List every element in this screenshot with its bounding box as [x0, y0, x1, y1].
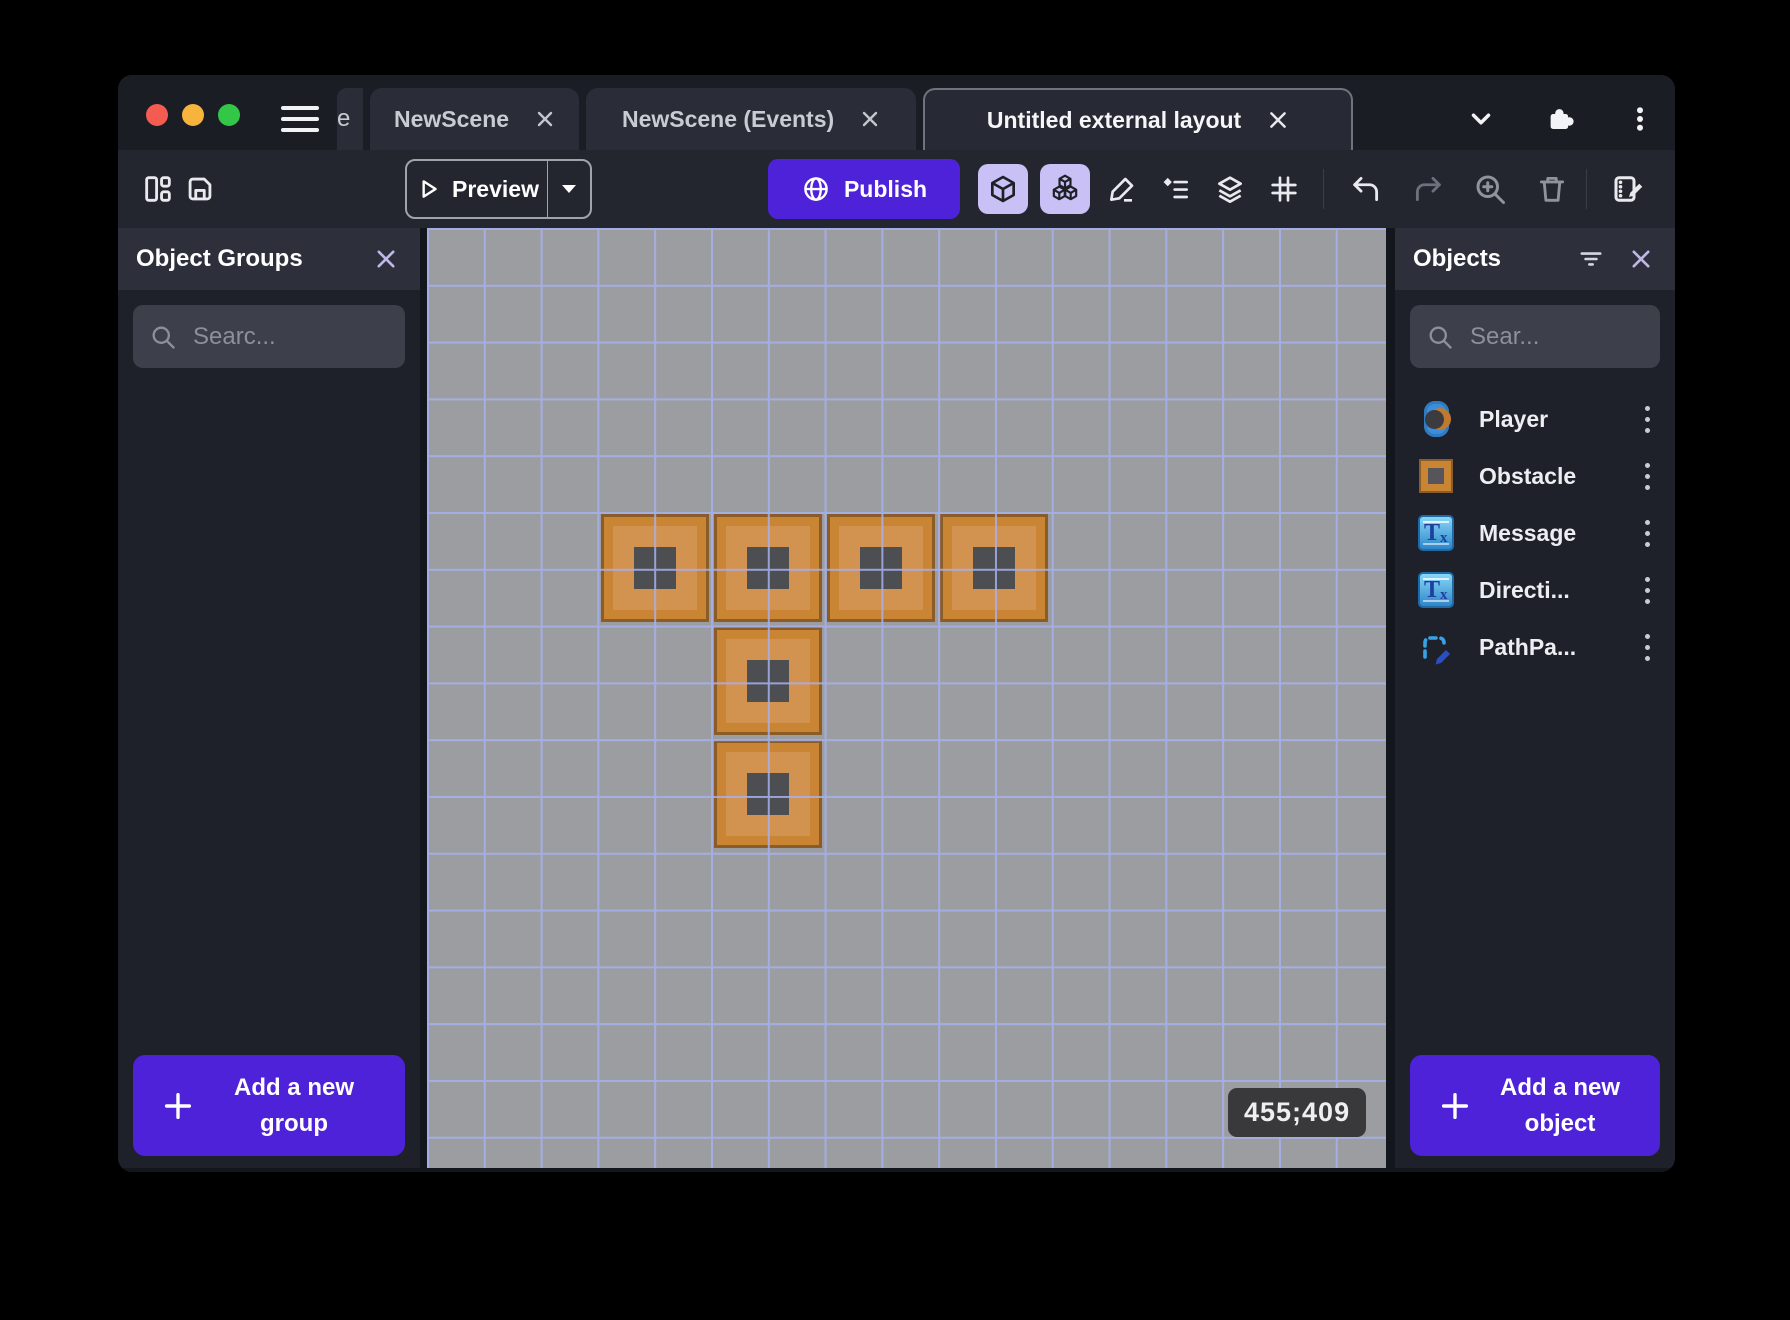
edit-scene-icon[interactable] — [1608, 169, 1648, 209]
editor-content: Object Groups Add a new group — [118, 228, 1675, 1172]
tab-partial[interactable]: e — [337, 88, 363, 150]
undo-icon[interactable] — [1346, 169, 1386, 209]
objects-panel: Objects Player — [1395, 228, 1675, 1168]
object-row-message[interactable]: Tx Message — [1395, 508, 1675, 558]
add-group-button[interactable]: Add a new group — [133, 1055, 405, 1156]
add-object-label: Add a new object — [1499, 1073, 1620, 1137]
titlebar: e NewScene NewScene (Events) Untitled ex… — [118, 75, 1675, 150]
traffic-close-button[interactable] — [146, 104, 168, 126]
tab-bar: e NewScene NewScene (Events) Untitled ex… — [337, 88, 1354, 150]
kebab-menu-icon[interactable] — [1635, 459, 1659, 493]
object-groups-empty-area — [118, 368, 420, 1055]
gdevelop-window: e NewScene NewScene (Events) Untitled ex… — [118, 75, 1675, 1172]
layers-icon[interactable] — [1210, 169, 1250, 209]
desktop-background: e NewScene NewScene (Events) Untitled ex… — [0, 0, 1790, 1320]
chevron-down-icon[interactable] — [1463, 101, 1499, 137]
redo-icon[interactable] — [1408, 169, 1448, 209]
obstacle-tile-instance[interactable] — [714, 514, 822, 622]
caret-down-icon — [562, 185, 576, 193]
kebab-menu-icon[interactable] — [1635, 573, 1659, 607]
scene-canvas[interactable]: 455;409 — [427, 228, 1386, 1168]
add-group-label: Add a new group — [233, 1073, 354, 1137]
extensions-puzzle-icon[interactable] — [1542, 101, 1578, 137]
path-object-icon — [1417, 628, 1455, 666]
objects-empty-area — [1395, 679, 1675, 1055]
save-icon[interactable] — [180, 169, 220, 209]
obstacle-tile-instance[interactable] — [714, 740, 822, 848]
delete-icon[interactable] — [1532, 169, 1572, 209]
search-input[interactable] — [193, 322, 389, 351]
preview-button[interactable]: Preview — [405, 159, 592, 219]
object-row-obstacle[interactable]: Obstacle — [1395, 451, 1675, 501]
events-list-icon[interactable] — [1156, 169, 1196, 209]
tab-label: NewScene (Events) — [621, 105, 835, 132]
objects-list: Player Obstacle Tx Message Tx Directi... — [1395, 394, 1675, 679]
plus-icon — [1441, 1092, 1469, 1119]
player-object-icon — [1417, 400, 1455, 438]
tab-label: NewScene — [394, 105, 510, 132]
close-icon[interactable] — [535, 109, 555, 129]
instances-cubes-icon[interactable] — [1040, 164, 1090, 214]
toolbar-divider — [1586, 169, 1587, 209]
tab-newscene-events[interactable]: NewScene (Events) — [586, 88, 917, 150]
add-object-button[interactable]: Add a new object — [1410, 1055, 1660, 1156]
home-layout-icon[interactable] — [138, 169, 178, 209]
traffic-minimize-button[interactable] — [182, 104, 204, 126]
close-icon[interactable] — [370, 243, 402, 275]
kebab-menu-icon[interactable] — [1635, 630, 1659, 664]
filter-icon[interactable] — [1575, 243, 1607, 275]
zoom-in-icon[interactable] — [1470, 169, 1510, 209]
kebab-menu-icon[interactable] — [1622, 101, 1658, 137]
kebab-menu-icon[interactable] — [1635, 516, 1659, 550]
3d-box-icon[interactable] — [978, 164, 1028, 214]
object-row-player[interactable]: Player — [1395, 394, 1675, 444]
grid-icon[interactable] — [1264, 169, 1304, 209]
object-groups-panel: Object Groups Add a new group — [118, 228, 420, 1168]
object-row-direction[interactable]: Tx Directi... — [1395, 565, 1675, 615]
toolbar-divider — [1323, 169, 1324, 209]
object-row-pathpainter[interactable]: PathPa... — [1395, 622, 1675, 672]
cursor-coordinates-badge: 455;409 — [1228, 1088, 1367, 1137]
objects-header: Objects — [1395, 228, 1675, 290]
play-icon — [422, 180, 437, 198]
tile-layer — [427, 228, 1386, 1168]
tab-label: Untitled external layout — [986, 106, 1242, 133]
globe-icon — [804, 177, 828, 201]
close-icon[interactable] — [1267, 109, 1289, 131]
search-icon — [152, 326, 175, 349]
object-groups-header: Object Groups — [118, 228, 420, 290]
traffic-zoom-button[interactable] — [218, 104, 240, 126]
hamburger-menu-icon[interactable] — [281, 106, 319, 132]
publish-label: Publish — [843, 175, 928, 202]
text-object-icon: Tx — [1417, 571, 1455, 609]
tab-partial-label: e — [337, 105, 351, 132]
objects-search[interactable] — [1410, 305, 1660, 368]
close-icon[interactable] — [1625, 243, 1657, 275]
obstacle-tile-instance[interactable] — [940, 514, 1048, 622]
obstacle-tile-instance[interactable] — [827, 514, 935, 622]
preview-dropdown-button[interactable] — [548, 161, 590, 217]
kebab-menu-icon[interactable] — [1635, 402, 1659, 436]
obstacle-tile-instance[interactable] — [601, 514, 709, 622]
preview-label: Preview — [452, 175, 539, 202]
plus-icon — [164, 1092, 192, 1119]
tab-untitled-external-layout[interactable]: Untitled external layout — [923, 88, 1354, 150]
object-groups-search[interactable] — [133, 305, 405, 368]
panel-title: Objects — [1413, 245, 1502, 272]
obstacle-object-icon — [1417, 457, 1455, 495]
tab-newscene[interactable]: NewScene — [370, 88, 580, 150]
panel-title: Object Groups — [136, 245, 303, 272]
search-input[interactable] — [1470, 322, 1644, 351]
close-icon[interactable] — [860, 109, 880, 129]
toolbar: Preview Publish — [118, 150, 1675, 228]
search-icon — [1429, 326, 1452, 349]
publish-button[interactable]: Publish — [768, 159, 960, 219]
text-object-icon: Tx — [1417, 514, 1455, 552]
obstacle-tile-instance[interactable] — [714, 627, 822, 735]
preview-button-main[interactable]: Preview — [407, 161, 548, 217]
edit-pencil-icon[interactable] — [1102, 169, 1142, 209]
